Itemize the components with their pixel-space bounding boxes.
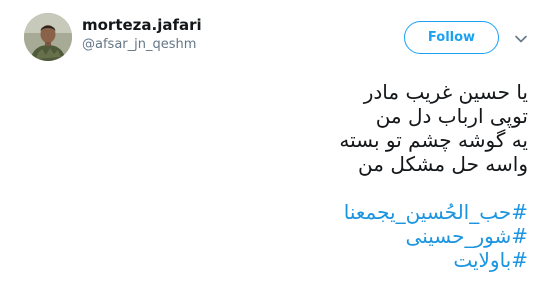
chevron-down-icon[interactable] [514, 32, 528, 46]
tweet-text-line: واسه حل مشکل من [358, 152, 528, 176]
display-name[interactable]: morteza.jafari [82, 16, 202, 34]
tweet-text-line: یه گوشه چشم تو بسته [339, 128, 528, 152]
tweet-text: یا حسین غریب مادر توپی ارباب دل من یه گو… [48, 80, 528, 272]
hashtag-link[interactable]: #حب_الحُسین_یجمعنا [48, 200, 528, 224]
tweet-text-line: یا حسین غریب مادر [363, 80, 528, 104]
screen-name[interactable]: @afsar_jn_qeshm [82, 37, 202, 53]
follow-button[interactable]: Follow [404, 21, 499, 54]
avatar-photo [24, 13, 72, 61]
hashtag-link[interactable]: #شور_حسینی [48, 224, 528, 248]
tweet-card: morteza.jafari @afsar_jn_qeshm Follow یا… [0, 0, 556, 302]
avatar[interactable] [24, 13, 72, 61]
tweet-text-line: توپی ارباب دل من [375, 104, 528, 128]
hashtag-link[interactable]: #باولایت [48, 248, 528, 272]
user-info: morteza.jafari @afsar_jn_qeshm [82, 16, 202, 53]
